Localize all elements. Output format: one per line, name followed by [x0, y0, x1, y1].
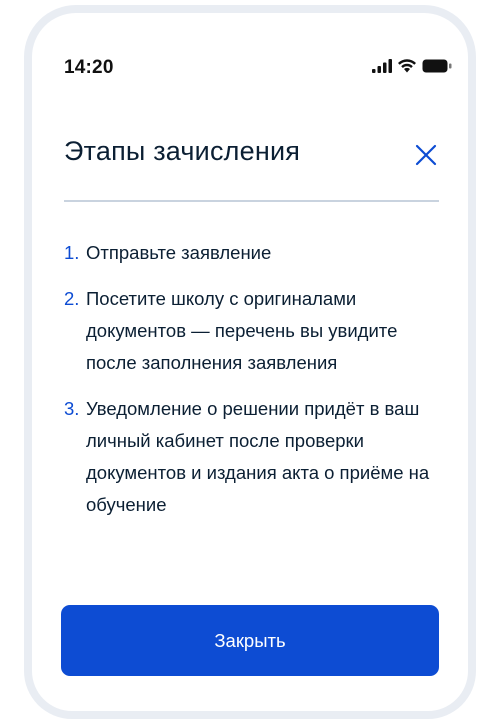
modal-title: Этапы зачисления — [64, 136, 301, 166]
status-time: 14:20 — [64, 57, 114, 78]
step-text: Отправьте заявление — [86, 242, 272, 263]
wifi-icon — [397, 58, 417, 78]
list-item: 2. Посетите школу с оригиналами документ… — [64, 283, 448, 379]
status-icons — [372, 58, 452, 78]
status-bar: 14:20 — [32, 13, 468, 93]
step-number: 1. — [64, 242, 80, 263]
signal-icon — [372, 58, 392, 78]
divider — [64, 200, 439, 202]
close-icon-button[interactable] — [412, 141, 440, 169]
close-icon — [415, 144, 437, 166]
close-button[interactable]: Закрыть — [61, 605, 439, 676]
list-item: 3. Уведомление о решении придёт в ваш ли… — [64, 393, 448, 521]
steps-list: 1. Отправьте заявление 2. Посетите школу… — [64, 237, 448, 535]
step-text: Уведомление о решении придёт в ваш личны… — [86, 398, 430, 515]
battery-icon — [422, 59, 452, 78]
screen: 14:20 Этапы зачисления 1. Отправьте заяв… — [32, 13, 468, 711]
step-text: Посетите школу с оригиналами документов … — [86, 288, 398, 373]
list-item: 1. Отправьте заявление — [64, 237, 448, 269]
step-number: 3. — [64, 398, 80, 419]
step-number: 2. — [64, 288, 80, 309]
phone-frame: 14:20 Этапы зачисления 1. Отправьте заяв… — [24, 5, 476, 719]
